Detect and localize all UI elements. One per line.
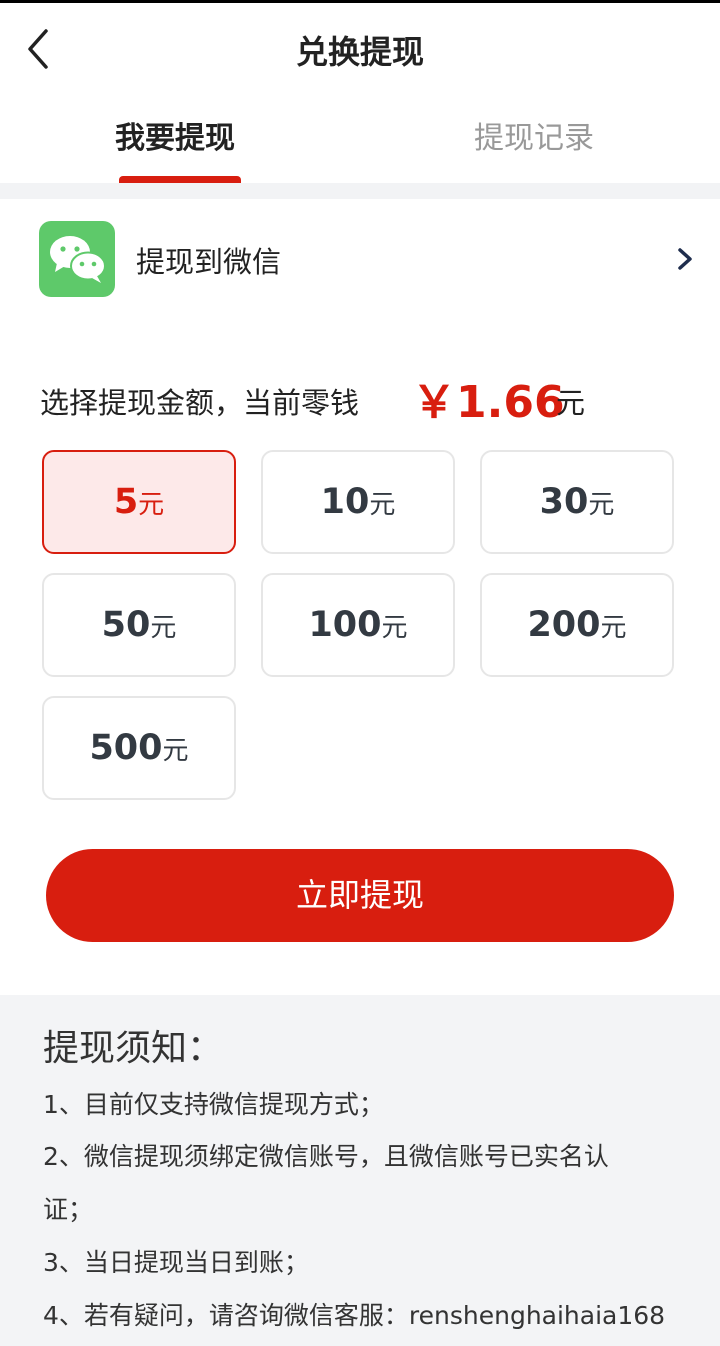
notice-item: 4、若有疑问，请咨询微信客服：renshenghaihaia168 [43, 1301, 666, 1330]
amount-unit: 元 [369, 490, 396, 520]
balance-line: 选择提现金额，当前零钱 ￥1.66 元 [40, 362, 700, 432]
amount-value: 500 [89, 728, 163, 768]
amount-option-5[interactable]: 5元 [42, 450, 236, 554]
amount-option-50[interactable]: 50元 [42, 573, 236, 677]
amount-option-500[interactable]: 500元 [42, 696, 236, 800]
header: 兑换提现 [0, 3, 720, 95]
amount-value: 100 [308, 605, 382, 645]
wechat-icon [39, 221, 115, 297]
amount-unit: 元 [138, 490, 165, 520]
notice-title: 提现须知： [43, 1028, 224, 1069]
amount-value: 5 [113, 482, 139, 522]
active-tab-indicator [119, 176, 241, 183]
section-divider [0, 183, 720, 199]
notice-item: 1、目前仅支持微信提现方式； [43, 1090, 384, 1119]
amount-option-200[interactable]: 200元 [480, 573, 674, 677]
notice-item: 证； [43, 1195, 94, 1224]
tab-bar: 我要提现 提现记录 [0, 95, 720, 183]
amount-option-100[interactable]: 100元 [261, 573, 455, 677]
amount-unit: 元 [150, 613, 177, 643]
amount-value: 10 [320, 482, 370, 522]
amount-value: 200 [527, 605, 601, 645]
tab-withdraw-records[interactable]: 提现记录 [474, 113, 594, 157]
amount-option-30[interactable]: 30元 [480, 450, 674, 554]
chevron-right-icon [678, 248, 692, 270]
amount-value: 50 [101, 605, 151, 645]
withdraw-now-button[interactable]: 立即提现 [46, 849, 674, 942]
amount-unit: 元 [162, 736, 189, 766]
tab-withdraw[interactable]: 我要提现 [115, 113, 235, 157]
balance-amount: ￥1.66 [412, 377, 565, 428]
amount-option-10[interactable]: 10元 [261, 450, 455, 554]
withdraw-to-wechat-row[interactable]: 提现到微信 [0, 199, 720, 319]
amount-unit: 元 [600, 613, 627, 643]
balance-unit: 元 [556, 386, 586, 420]
notice-item: 3、当日提现当日到账； [43, 1248, 309, 1277]
balance-label: 选择提现金额，当前零钱 [40, 386, 360, 420]
withdraw-notice: 提现须知： 1、目前仅支持微信提现方式； 2、微信提现须绑定微信账号，且微信账号… [0, 995, 720, 1346]
amount-unit: 元 [381, 613, 408, 643]
notice-item: 2、微信提现须绑定微信账号，且微信账号已实名认 [43, 1142, 609, 1171]
wechat-label: 提现到微信 [136, 245, 282, 279]
amount-value: 30 [539, 482, 589, 522]
page-title: 兑换提现 [295, 33, 424, 71]
amount-unit: 元 [588, 490, 615, 520]
